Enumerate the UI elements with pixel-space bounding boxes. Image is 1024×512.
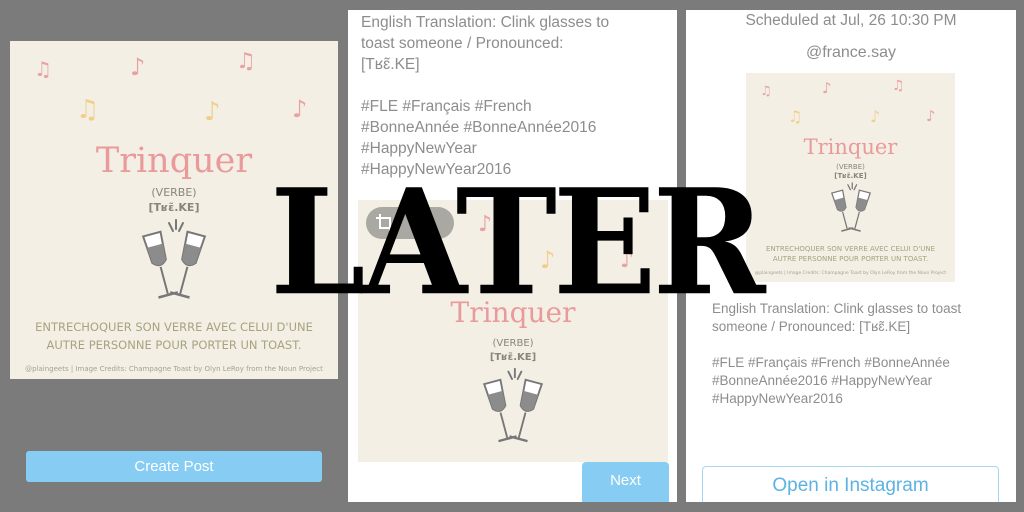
open-in-instagram-button[interactable]: Open in Instagram bbox=[702, 466, 999, 502]
definition-line-2: AUTRE PERSONNE POUR PORTER UN TOAST. bbox=[46, 338, 302, 352]
music-note-icon: ♪ bbox=[130, 53, 146, 81]
music-note-icon: ♫ bbox=[34, 57, 52, 81]
part-of-speech: (VERBE) bbox=[492, 338, 534, 349]
post-caption: English Translation: Clink glasses to to… bbox=[361, 14, 610, 178]
scheduled-time: Scheduled at Jul, 26 10:30 PM bbox=[745, 12, 957, 29]
definition-line-2: AUTRE PERSONNE POUR PORTER UN TOAST. bbox=[772, 255, 929, 263]
create-post-button[interactable]: Create Post bbox=[26, 451, 322, 482]
music-note-icon: ♪ bbox=[822, 79, 832, 97]
image-credit: @plaingeets | Image Credits: Champagne T… bbox=[754, 271, 947, 276]
music-note-icon: ♪ bbox=[204, 97, 221, 127]
music-note-icon: ♫ bbox=[760, 84, 772, 99]
music-note-icon: ♫ bbox=[892, 78, 905, 94]
part-of-speech: (VERBE) bbox=[836, 163, 865, 171]
music-note-icon: ♪ bbox=[292, 95, 308, 123]
definition-line-1: ENTRECHOQUER SON VERRE AVEC CELUI D'UNE bbox=[765, 245, 936, 253]
music-note-icon: ♪ bbox=[870, 107, 881, 126]
champagne-glasses-icon bbox=[746, 181, 955, 241]
post-image-thumbnail: ♫ ♪ ♫ ♫ ♪ ♪ Trinquer (VERBE) [Tʁɛ̃.KE] E… bbox=[746, 73, 955, 282]
pronunciation: [Tʁɛ̃.KE] bbox=[834, 172, 867, 180]
image-credit: @plaingeets | Image Credits: Champagne T… bbox=[25, 365, 323, 373]
next-button[interactable]: Next bbox=[582, 462, 669, 502]
music-note-icon: ♫ bbox=[236, 49, 256, 74]
word-title: Trinquer bbox=[803, 135, 898, 159]
pronunciation: [Tʁɛ̃.KE] bbox=[489, 352, 537, 363]
account-handle: @france.say bbox=[805, 44, 897, 61]
music-note-icon: ♫ bbox=[76, 95, 100, 125]
champagne-glasses-icon bbox=[358, 366, 668, 454]
music-note-icon: ♪ bbox=[926, 107, 936, 125]
music-note-icon: ♫ bbox=[788, 107, 803, 126]
later-headline: LATER bbox=[270, 157, 766, 329]
